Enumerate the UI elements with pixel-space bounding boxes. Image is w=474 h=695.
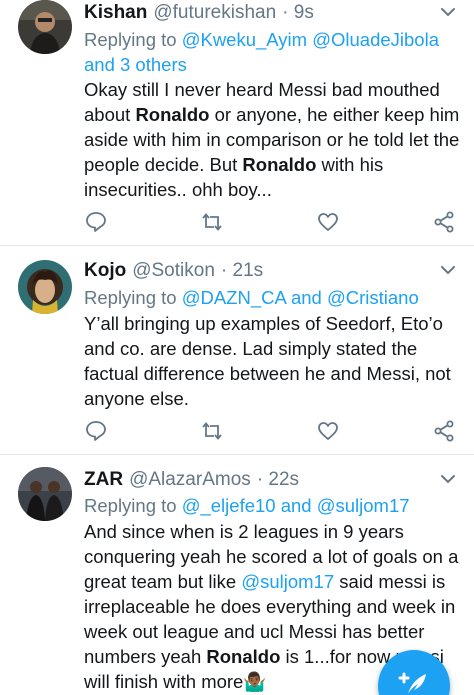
reply-mention-link[interactable]: @suljom17 bbox=[317, 495, 410, 516]
retweet-icon[interactable] bbox=[200, 210, 224, 234]
retweet-icon[interactable] bbox=[200, 419, 224, 443]
compose-tweet-icon bbox=[398, 672, 426, 694]
replying-to: Replying to @_eljefe10 and @suljom17 bbox=[84, 493, 456, 518]
reply-mention-link[interactable]: @Cristiano bbox=[327, 287, 419, 308]
timestamp[interactable]: · 22s bbox=[257, 469, 299, 491]
tweet-header: Kojo @Sotikon · 21s bbox=[84, 258, 263, 284]
replying-prefix: Replying to bbox=[84, 495, 182, 516]
reply-mention-link[interactable]: @_eljefe10 bbox=[182, 495, 276, 516]
display-name[interactable]: ZAR bbox=[84, 469, 123, 491]
reply-mention-link[interactable]: @DAZN_CA bbox=[182, 287, 286, 308]
chevron-down-icon[interactable] bbox=[438, 469, 458, 489]
tweet-text: Okay still I never heard Messi bad mouth… bbox=[84, 77, 462, 202]
timestamp[interactable]: · 21s bbox=[221, 260, 263, 282]
reply-and: and bbox=[285, 287, 327, 308]
tweet-actions bbox=[84, 419, 456, 445]
reply-mention-link[interactable]: @Kweku_Ayim bbox=[182, 29, 307, 50]
replying-to: Replying to @DAZN_CA and @Cristiano bbox=[84, 285, 456, 310]
like-icon[interactable] bbox=[316, 419, 340, 443]
share-icon[interactable] bbox=[432, 210, 456, 234]
tweet-kojo[interactable]: Kojo @Sotikon · 21s Replying to @DAZN_CA… bbox=[0, 258, 474, 452]
timestamp[interactable]: · 9s bbox=[282, 2, 314, 24]
divider bbox=[0, 454, 474, 455]
share-icon[interactable] bbox=[432, 419, 456, 443]
body-mention-link[interactable]: @suljom17 bbox=[241, 571, 334, 592]
avatar[interactable] bbox=[18, 467, 72, 521]
reply-icon[interactable] bbox=[84, 210, 108, 234]
tweet-actions bbox=[84, 210, 456, 236]
bold-text: Ronaldo bbox=[206, 646, 281, 667]
display-name[interactable]: Kishan bbox=[84, 2, 147, 24]
tweet-text: Y’all bringing up examples of Seedorf, E… bbox=[84, 313, 451, 409]
bold-text: Ronaldo bbox=[242, 154, 317, 175]
tweet-header: Kishan @futurekishan · 9s bbox=[84, 0, 314, 26]
avatar[interactable] bbox=[18, 0, 72, 54]
tweet-kishan[interactable]: Kishan @futurekishan · 9s Replying to @K… bbox=[0, 0, 474, 244]
chevron-down-icon[interactable] bbox=[438, 2, 458, 22]
reply-and: and bbox=[275, 495, 317, 516]
divider bbox=[0, 245, 474, 246]
display-name[interactable]: Kojo bbox=[84, 260, 126, 282]
user-handle[interactable]: @AlazarAmos bbox=[129, 469, 251, 491]
replying-prefix: Replying to bbox=[84, 29, 182, 50]
bold-text: Ronaldo bbox=[135, 104, 210, 125]
reply-icon[interactable] bbox=[84, 419, 108, 443]
user-handle[interactable]: @futurekishan bbox=[153, 2, 276, 24]
compose-tweet-button[interactable] bbox=[378, 650, 450, 695]
replying-prefix: Replying to bbox=[84, 287, 182, 308]
reply-mention-link[interactable]: @OluadeJibola bbox=[312, 29, 439, 50]
chevron-down-icon[interactable] bbox=[438, 260, 458, 280]
like-icon[interactable] bbox=[316, 210, 340, 234]
avatar[interactable] bbox=[18, 260, 72, 314]
replying-to: Replying to @Kweku_Ayim @OluadeJibola and… bbox=[84, 27, 456, 77]
tweet-header: ZAR @AlazarAmos · 22s bbox=[84, 467, 299, 493]
shrug-emoji: 🤷🏾‍♂️ bbox=[243, 671, 267, 692]
reply-others-link[interactable]: and 3 others bbox=[84, 54, 187, 75]
user-handle[interactable]: @Sotikon bbox=[132, 260, 215, 282]
